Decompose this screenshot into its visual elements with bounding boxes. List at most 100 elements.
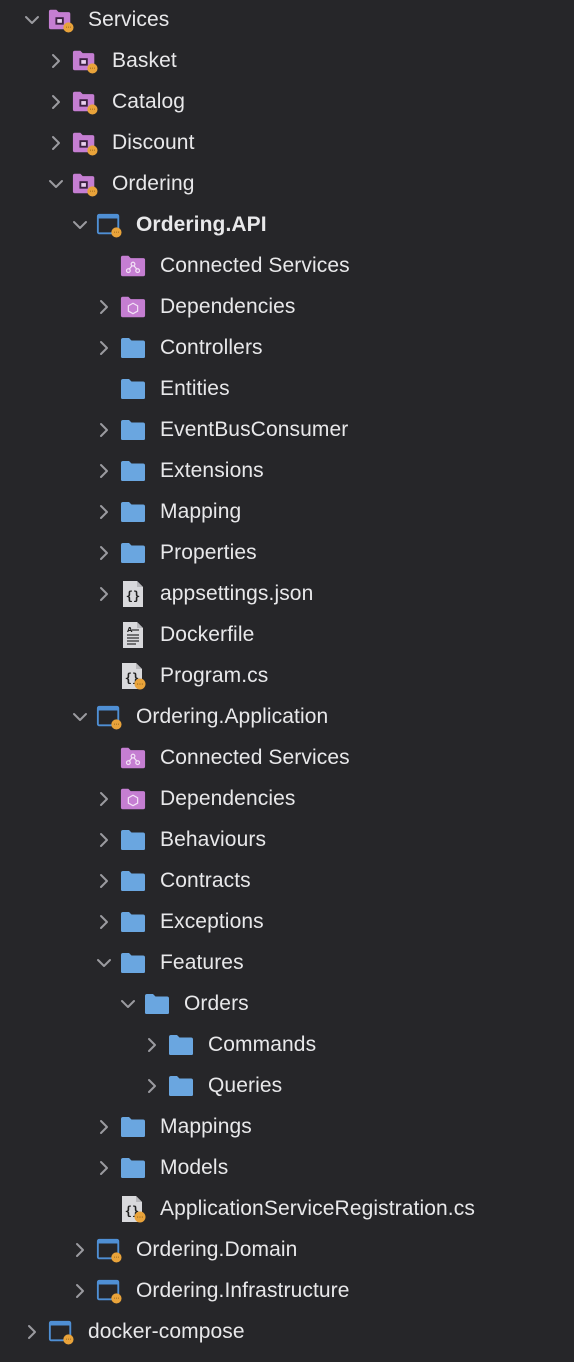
chevron-right-icon[interactable] [96, 545, 112, 561]
text-file-icon: A [120, 621, 146, 648]
tree-item-connected-services[interactable]: Connected Services [0, 737, 574, 778]
tree-item-label: Contracts [160, 868, 251, 892]
tree-item-ordering-infrastructure[interactable]: ··· Ordering.Infrastructure [0, 1270, 574, 1311]
tree-item-queries[interactable]: Queries [0, 1065, 574, 1106]
chevron-right-icon[interactable] [48, 53, 64, 69]
tree-item-label: Ordering [112, 171, 195, 195]
project-icon: ··· [48, 1319, 74, 1345]
svg-text:···: ··· [89, 64, 95, 72]
tree-item-appsettings-json[interactable]: {} appsettings.json [0, 573, 574, 614]
tree-item-catalog[interactable]: ··· Catalog [0, 81, 574, 122]
tree-item-ordering-api[interactable]: ··· Ordering.API [0, 204, 574, 245]
tree-item-extensions[interactable]: Extensions [0, 450, 574, 491]
chevron-down-icon[interactable] [120, 996, 136, 1012]
tree-item-applicationserviceregistration-cs[interactable]: {} ··· ApplicationServiceRegistration.cs [0, 1188, 574, 1229]
tree-item-docker-compose[interactable]: ··· docker-compose [0, 1311, 574, 1352]
svg-text:···: ··· [65, 1335, 71, 1343]
connected-services-icon [120, 253, 146, 279]
tree-item-connected-services[interactable]: Connected Services [0, 245, 574, 286]
chevron-right-icon[interactable] [96, 504, 112, 520]
chevron-right-icon[interactable] [96, 340, 112, 356]
solution-folder-icon: ··· [48, 7, 74, 33]
chevron-right-icon[interactable] [144, 1078, 160, 1094]
tree-item-dependencies[interactable]: Dependencies [0, 286, 574, 327]
tree-item-basket[interactable]: ··· Basket [0, 40, 574, 81]
tree-item-mapping[interactable]: Mapping [0, 491, 574, 532]
chevron-right-icon[interactable] [72, 1283, 88, 1299]
tree-item-exceptions[interactable]: Exceptions [0, 901, 574, 942]
tree-item-label: appsettings.json [160, 581, 314, 605]
chevron-right-icon[interactable] [96, 914, 112, 930]
solution-folder-icon: ··· [72, 171, 98, 197]
folder-icon [168, 1073, 194, 1099]
folder-icon [120, 540, 146, 566]
tree-item-entities[interactable]: Entities [0, 368, 574, 409]
chevron-right-icon[interactable] [96, 832, 112, 848]
tree-item-models[interactable]: Models [0, 1147, 574, 1188]
tree-item-features[interactable]: Features [0, 942, 574, 983]
tree-item-label: Entities [160, 376, 230, 400]
svg-text:{}: {} [126, 589, 140, 603]
svg-text:···: ··· [113, 1294, 119, 1302]
chevron-down-icon[interactable] [24, 12, 40, 28]
chevron-right-icon[interactable] [48, 94, 64, 110]
tree-item-orders[interactable]: Orders [0, 983, 574, 1024]
json-file-icon: {} [120, 580, 146, 607]
tree-item-label: docker-compose [88, 1319, 245, 1343]
chevron-right-icon[interactable] [96, 791, 112, 807]
tree-item-label: Dockerfile [160, 622, 255, 646]
folder-icon [120, 1114, 146, 1140]
tree-item-label: Controllers [160, 335, 263, 359]
chevron-right-icon[interactable] [96, 586, 112, 602]
chevron-right-icon[interactable] [72, 1242, 88, 1258]
chevron-right-icon[interactable] [96, 422, 112, 438]
chevron-right-icon[interactable] [48, 135, 64, 151]
chevron-right-icon[interactable] [96, 299, 112, 315]
folder-icon [120, 335, 146, 361]
svg-text:···: ··· [137, 1213, 144, 1221]
chevron-down-icon[interactable] [72, 709, 88, 725]
chevron-right-icon[interactable] [24, 1324, 40, 1340]
tree-item-behaviours[interactable]: Behaviours [0, 819, 574, 860]
chevron-down-icon[interactable] [96, 955, 112, 971]
tree-item-label: Connected Services [160, 253, 350, 277]
tree-item-eventbusconsumer[interactable]: EventBusConsumer [0, 409, 574, 450]
tree-item-controllers[interactable]: Controllers [0, 327, 574, 368]
tree-item-label: Mappings [160, 1114, 252, 1138]
tree-item-label: Connected Services [160, 745, 350, 769]
csharp-file-icon: {} ··· [120, 1195, 146, 1222]
tree-item-ordering[interactable]: ··· Ordering [0, 163, 574, 204]
folder-icon [120, 950, 146, 976]
tree-item-properties[interactable]: Properties [0, 532, 574, 573]
tree-item-label: Program.cs [160, 663, 269, 687]
folder-icon [120, 827, 146, 853]
tree-item-discount[interactable]: ··· Discount [0, 122, 574, 163]
tree-item-dependencies[interactable]: Dependencies [0, 778, 574, 819]
chevron-down-icon[interactable] [72, 217, 88, 233]
tree-item-ordering-domain[interactable]: ··· Ordering.Domain [0, 1229, 574, 1270]
tree-item-label: ApplicationServiceRegistration.cs [160, 1196, 475, 1220]
tree-item-program-cs[interactable]: {} ··· Program.cs [0, 655, 574, 696]
chevron-down-icon[interactable] [48, 176, 64, 192]
tree-item-label: Ordering.Application [136, 704, 329, 728]
chevron-right-icon[interactable] [96, 463, 112, 479]
tree-item-label: Behaviours [160, 827, 267, 851]
tree-item-ordering-application[interactable]: ··· Ordering.Application [0, 696, 574, 737]
folder-icon [120, 868, 146, 894]
tree-item-dockerfile[interactable]: A Dockerfile [0, 614, 574, 655]
tree-item-label: Orders [184, 991, 249, 1015]
svg-text:···: ··· [89, 146, 95, 154]
chevron-right-icon[interactable] [96, 873, 112, 889]
tree-item-label: Properties [160, 540, 257, 564]
tree-item-contracts[interactable]: Contracts [0, 860, 574, 901]
chevron-right-icon[interactable] [96, 1119, 112, 1135]
tree-item-services[interactable]: ··· Services [0, 0, 574, 40]
tree-item-label: Catalog [112, 89, 186, 113]
svg-text:···: ··· [89, 187, 95, 195]
tree-item-mappings[interactable]: Mappings [0, 1106, 574, 1147]
chevron-right-icon[interactable] [144, 1037, 160, 1053]
tree-item-commands[interactable]: Commands [0, 1024, 574, 1065]
tree-item-label: Dependencies [160, 786, 296, 810]
chevron-right-icon[interactable] [96, 1160, 112, 1176]
